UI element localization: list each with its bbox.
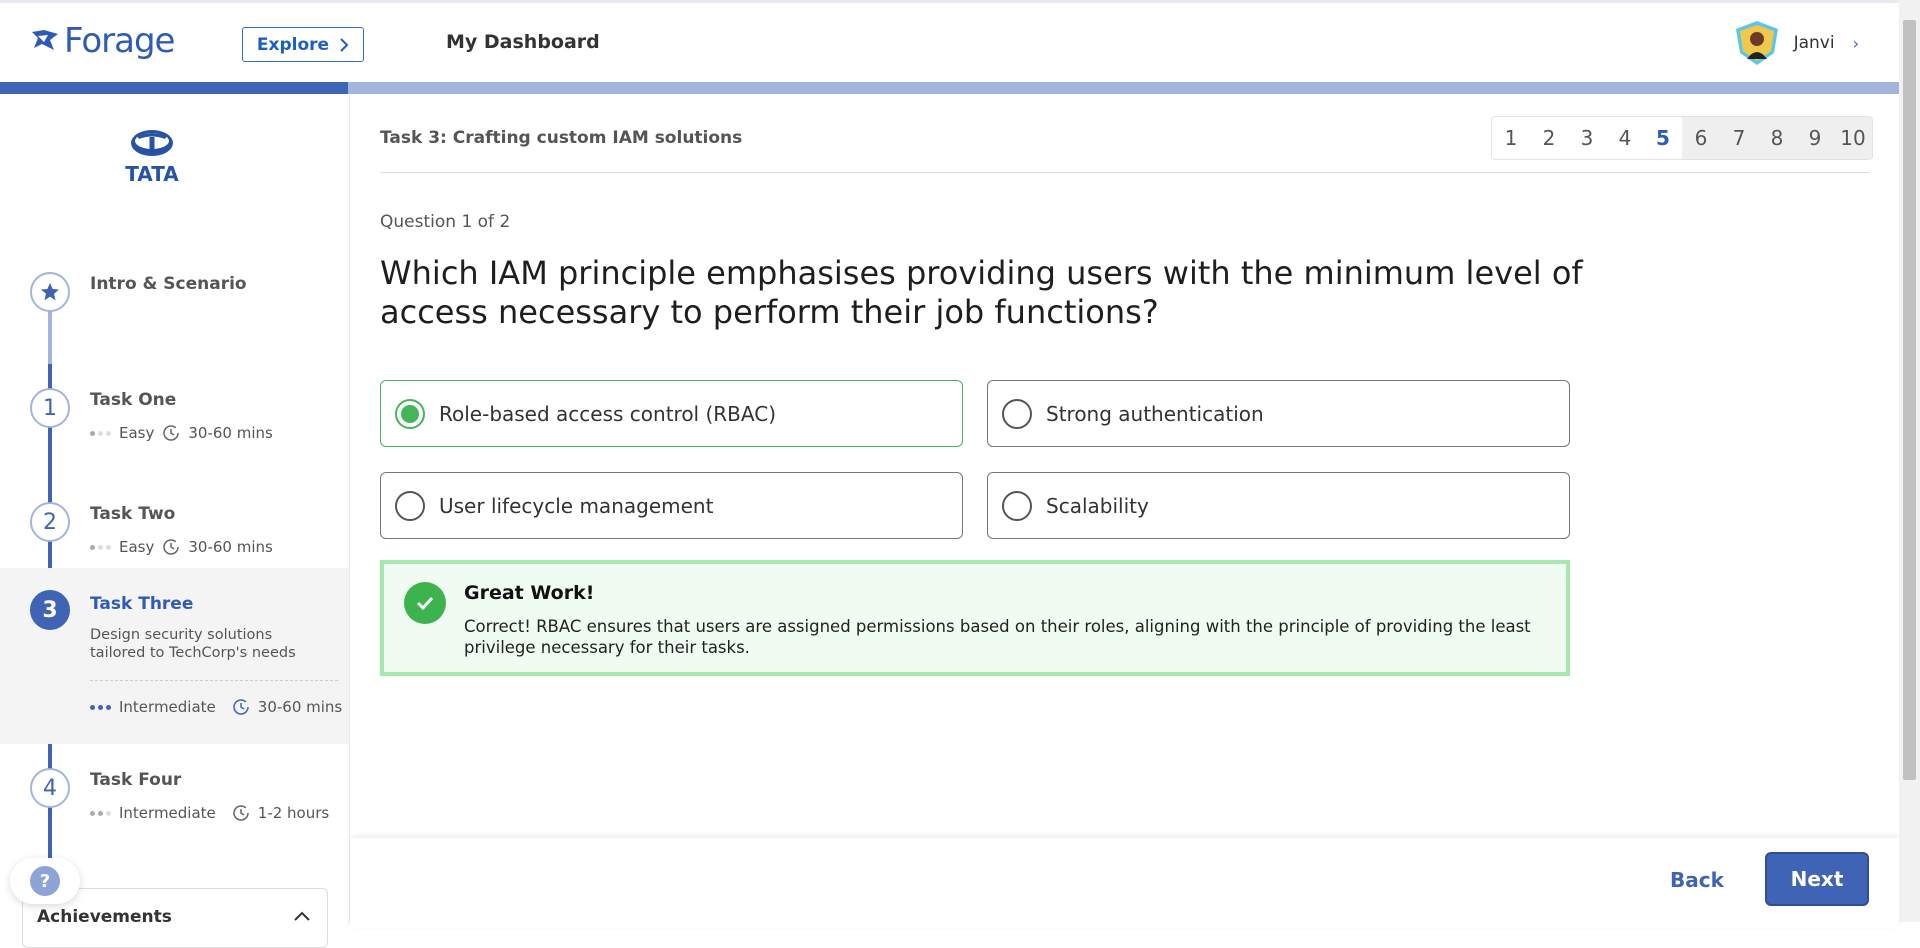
page-8[interactable]: 8: [1758, 117, 1796, 159]
step-title: Task Two: [90, 504, 176, 524]
avatar: [1735, 21, 1778, 65]
clock-icon: [163, 539, 180, 555]
duration-label: 1-2 hours: [257, 804, 330, 822]
clock-icon: [163, 425, 180, 441]
explore-button[interactable]: Explore: [242, 27, 364, 62]
answer-label: Strong authentication: [1046, 401, 1264, 426]
feedback-text: Correct! RBAC ensures that users are ass…: [464, 617, 1531, 657]
step-number: 3: [30, 590, 70, 630]
forage-logo[interactable]: Forage: [30, 21, 175, 61]
achievements-label: Achievements: [37, 907, 172, 927]
radio-selected-dot: [401, 404, 419, 423]
sidebar-item-task-one[interactable]: 1 Task One Easy 30-60 mins: [0, 364, 349, 478]
difficulty-label: Intermediate: [119, 804, 216, 822]
duration-label: 30-60 mins: [257, 698, 343, 716]
page-5[interactable]: 5: [1644, 117, 1682, 159]
sidebar-item-task-three[interactable]: 3 Task Three Design security solutions t…: [0, 568, 349, 744]
clock-icon: [233, 699, 249, 715]
feedback-box: Great Work! Correct! RBAC ensures that u…: [380, 560, 1570, 676]
question-pager: 1 2 3 4 5 6 7 8 9 10: [1491, 116, 1873, 160]
answer-option-scalability[interactable]: Scalability: [987, 472, 1570, 539]
duration-label: 30-60 mins: [188, 424, 273, 442]
step-title: Task Three: [90, 594, 194, 614]
clock-icon: [233, 805, 249, 821]
step-meta: Intermediate 1-2 hours: [90, 804, 329, 822]
star-icon: [30, 272, 70, 312]
check-circle-icon: [404, 582, 446, 624]
chevron-right-icon: [340, 37, 349, 52]
page-10[interactable]: 10: [1834, 117, 1872, 159]
tata-wordmark: TATA: [125, 162, 179, 186]
radio-button[interactable]: [1002, 398, 1032, 429]
step-description: Design security solutions tailored to Te…: [90, 627, 296, 661]
tata-logo: TATA: [122, 128, 182, 186]
footer-bar: Back Next: [350, 838, 1899, 928]
sidebar-item-intro[interactable]: Intro & Scenario: [0, 254, 349, 364]
step-title: Task One: [90, 390, 177, 410]
back-button[interactable]: Back: [1670, 868, 1724, 892]
dashed-divider: [90, 680, 338, 681]
task-main-panel: Task 3: Crafting custom IAM solutions 12…: [350, 94, 1899, 928]
task-sidebar: TATA Intro & Scenario 1 Task One Easy 30…: [0, 94, 350, 922]
user-menu[interactable]: Janvi ›: [1732, 19, 1859, 67]
scrollbar-thumb[interactable]: [1903, 20, 1916, 780]
top-header: Forage Explore My Dashboard Janvi ›: [0, 0, 1899, 82]
help-icon: ?: [30, 866, 60, 896]
course-progress-bar: [0, 82, 1899, 94]
step-meta: Easy 30-60 mins: [90, 424, 273, 442]
answer-option-strong-authentication[interactable]: Strong authentication: [987, 380, 1570, 447]
answer-label: Scalability: [1046, 493, 1149, 518]
radio-button[interactable]: [1002, 490, 1032, 521]
user-name: Janvi: [1793, 33, 1835, 53]
step-number: 4: [30, 768, 70, 808]
answer-label: User lifecycle management: [439, 493, 714, 518]
question-text: Which IAM principle emphasises providing…: [380, 254, 1583, 331]
answer-option-user-lifecycle[interactable]: User lifecycle management: [380, 472, 963, 539]
page-1[interactable]: 1: [1492, 117, 1530, 159]
step-meta: Intermediate 30-60 mins: [90, 698, 342, 716]
page-scrollbar[interactable]: [1899, 0, 1920, 922]
difficulty-dots-icon: [90, 544, 111, 550]
explore-label: Explore: [256, 34, 330, 55]
chevron-up-icon: [293, 907, 311, 926]
question-count: Question 1 of 2: [380, 212, 511, 232]
difficulty-dots-icon: [90, 810, 111, 816]
step-title: Task Four: [90, 770, 182, 790]
difficulty-label: Easy: [119, 538, 155, 556]
radio-button[interactable]: [395, 398, 425, 429]
divider: [380, 172, 1869, 173]
page-3[interactable]: 3: [1568, 117, 1606, 159]
page-2[interactable]: 2: [1530, 117, 1568, 159]
logo-text: Forage: [64, 21, 175, 61]
difficulty-dots-icon: [90, 704, 111, 710]
tata-emblem-icon: [131, 130, 173, 156]
difficulty-dots-icon: [90, 430, 111, 436]
step-number: 1: [30, 388, 70, 428]
sidebar-item-task-four[interactable]: 4 Task Four Intermediate 1-2 hours: [0, 744, 349, 858]
duration-label: 30-60 mins: [188, 538, 273, 556]
step-number: 2: [30, 502, 70, 542]
feedback-title: Great Work!: [464, 582, 595, 604]
next-button[interactable]: Next: [1765, 852, 1869, 906]
page-7[interactable]: 7: [1720, 117, 1758, 159]
radio-button[interactable]: [395, 490, 425, 521]
chevron-right-icon: ›: [1852, 33, 1859, 53]
step-meta: Easy 30-60 mins: [90, 538, 273, 556]
my-dashboard-link[interactable]: My Dashboard: [446, 31, 600, 53]
step-title: Intro & Scenario: [90, 274, 247, 294]
difficulty-label: Easy: [119, 424, 155, 442]
page-9[interactable]: 9: [1796, 117, 1834, 159]
answer-option-rbac[interactable]: Role-based access control (RBAC): [380, 380, 963, 447]
difficulty-label: Intermediate: [119, 698, 216, 716]
forage-logo-icon: [32, 30, 58, 50]
course-progress-fill: [0, 82, 348, 94]
page-4[interactable]: 4: [1606, 117, 1644, 159]
page-6[interactable]: 6: [1682, 117, 1720, 159]
answer-label: Role-based access control (RBAC): [439, 401, 776, 426]
help-button[interactable]: ?: [10, 858, 80, 904]
task-heading: Task 3: Crafting custom IAM solutions: [380, 128, 743, 148]
